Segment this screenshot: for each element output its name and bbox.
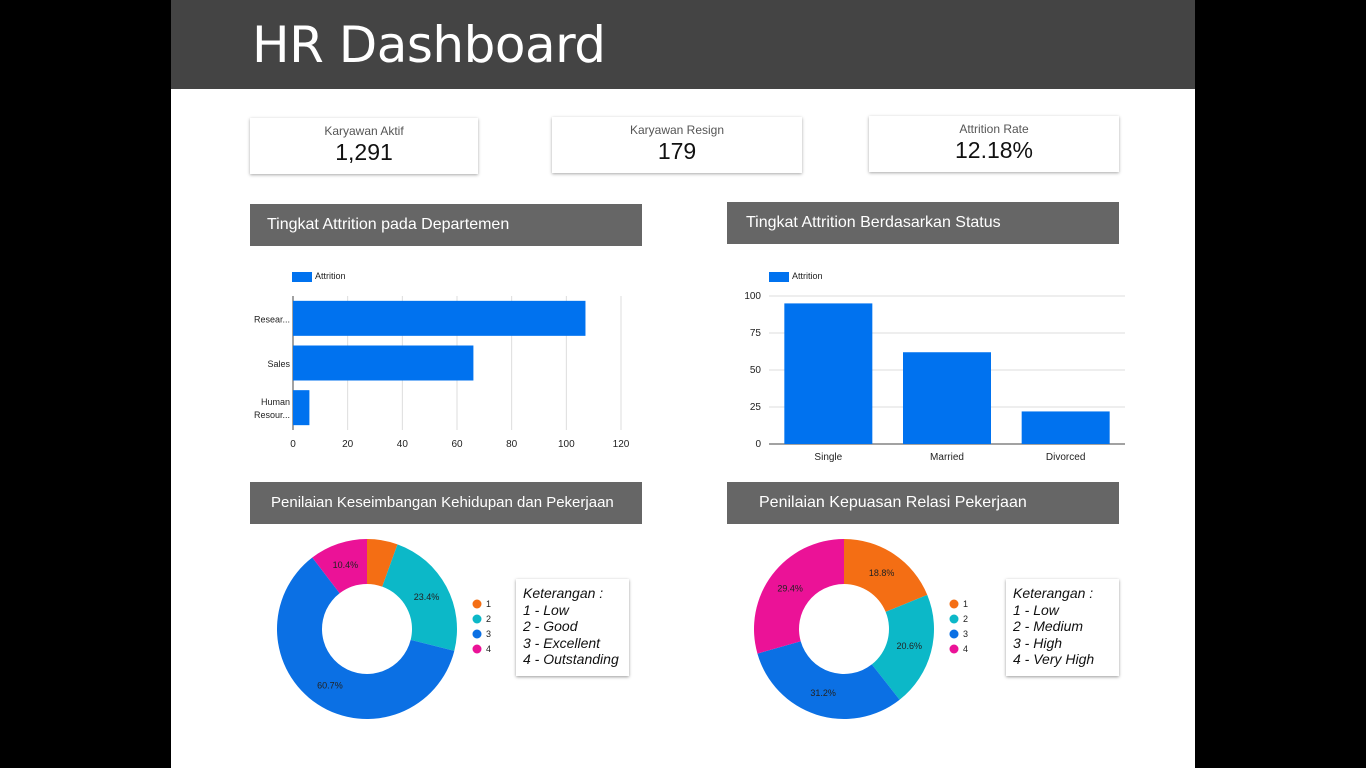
keterangan-line: Keterangan : [523,585,604,601]
kpi-card-karyawan-resign: Karyawan Resign 179 [552,117,802,173]
dashboard-page: HR Dashboard Karyawan Aktif 1,291 Karyaw… [171,0,1195,768]
section-title-work-life-balance: Penilaian Keseimbangan Kehidupan dan Pek… [250,482,642,524]
legend-dot [949,614,959,624]
legend-dot [472,614,482,624]
kpi-value: 179 [657,138,697,164]
legend-label: Attrition [792,271,823,281]
legend-label: 4 [963,644,968,654]
keterangan-line: Keterangan : [1013,585,1094,601]
keterangan-line: 3 - Excellent [523,634,601,651]
legend-label: 4 [486,644,491,654]
y-tick-label: 50 [750,365,762,376]
legend-dot [949,644,959,654]
y-tick-label: 100 [744,291,761,302]
section-title-status: Tingkat Attrition Berdasarkan Status [727,202,1119,244]
y-tick-label: Human [261,397,290,407]
keterangan-box-relasi: Keterangan : 1 - Low 2 - Medium 3 - High… [1006,579,1119,676]
y-tick-label: Resour... [254,410,290,420]
x-tick-label: 60 [451,439,463,450]
header-bar: HR Dashboard [171,0,1195,89]
legend-dot [472,599,482,609]
donut-relasi-pekerjaan: 18.8% 20.6% 31.2% 29.4% 1 2 3 4 [754,539,968,719]
chart-attrition-departemen: 0 20 40 60 80 100 120 Resear... Sales Human Resour… [254,296,630,450]
slice-value-label: 23.4% [414,592,440,602]
legend-dot [472,644,482,654]
x-tick-label: 100 [558,439,575,450]
legend-dot [949,629,959,639]
slice-value-label: 10.4% [333,560,359,570]
keterangan-line: 3 - High [1013,634,1063,651]
slice-value-label: 20.6% [897,641,923,651]
legend-label: 3 [486,629,491,639]
legend-attrition: Attrition [769,271,823,282]
legend-label: 2 [486,614,491,624]
slice-value-label: 60.7% [317,680,343,690]
keterangan-line: 2 - Medium [1013,618,1084,634]
donut-work-life-balance: 23.4% 60.7% 10.4% 1 2 3 4 [276,539,491,719]
y-tick-label: Sales [267,359,290,369]
kpi-value: 1,291 [335,139,393,165]
legend-swatch [292,271,312,282]
bar-single [784,303,873,444]
keterangan-line: 1 - Low [1013,601,1059,618]
keterangan-line: 1 - Low [523,601,569,618]
legend-attrition: Attrition [292,271,346,282]
chart-attrition-status: 0 25 50 75 100 Single Married Divorced [744,291,1125,463]
keterangan-box-work-life: Keterangan : 1 - Low 2 - Good 3 - Excell… [516,579,629,676]
x-tick-label: 80 [506,439,518,450]
slice-value-label: 29.4% [777,583,803,593]
x-tick-label: 0 [290,439,296,450]
y-tick-label: 75 [750,328,762,339]
donut-slice-4 [754,539,844,654]
slice-value-label: 18.8% [869,568,895,578]
bar-married [903,352,991,444]
donut-slice-3 [757,641,900,719]
legend-dot [472,629,482,639]
y-tick-label: 0 [755,439,761,450]
section-title-relasi-pekerjaan: Penilaian Kepuasan Relasi Pekerjaan [727,482,1119,524]
legend-swatch [769,271,789,282]
bar-divorced [1021,411,1110,444]
legend-label: Attrition [315,271,346,281]
y-tick-label: 25 [750,402,762,413]
x-tick-label: Married [930,452,964,463]
legend-label: 2 [963,614,968,624]
bar-resear [293,300,586,336]
x-tick-label: 120 [613,439,630,450]
page-title: HR Dashboard [252,16,606,74]
x-tick-label: Divorced [1046,452,1085,463]
section-title-departemen: Tingkat Attrition pada Departemen [250,204,642,246]
x-tick-label: 40 [397,439,409,450]
keterangan-line: 2 - Good [523,618,578,634]
x-tick-label: Single [814,452,842,463]
legend-dot [949,599,959,609]
kpi-card-attrition-rate: Attrition Rate 12.18% [869,116,1119,172]
slice-value-label: 31.2% [810,688,836,698]
kpi-value: 12.18% [954,137,1033,163]
kpi-label: Karyawan Aktif [324,124,404,138]
kpi-card-karyawan-aktif: Karyawan Aktif 1,291 [250,118,478,174]
keterangan-line: 4 - Outstanding [523,651,619,667]
kpi-label: Karyawan Resign [629,123,725,137]
keterangan-line: 4 - Very High [1013,651,1095,667]
legend-label: 1 [486,599,491,609]
legend-label: 3 [963,629,968,639]
kpi-label: Attrition Rate [959,122,1029,136]
bar-sales [293,345,474,381]
y-tick-label: Resear... [254,314,290,324]
bar-humanresour [293,390,310,426]
x-tick-label: 20 [342,439,354,450]
legend-label: 1 [963,599,968,609]
